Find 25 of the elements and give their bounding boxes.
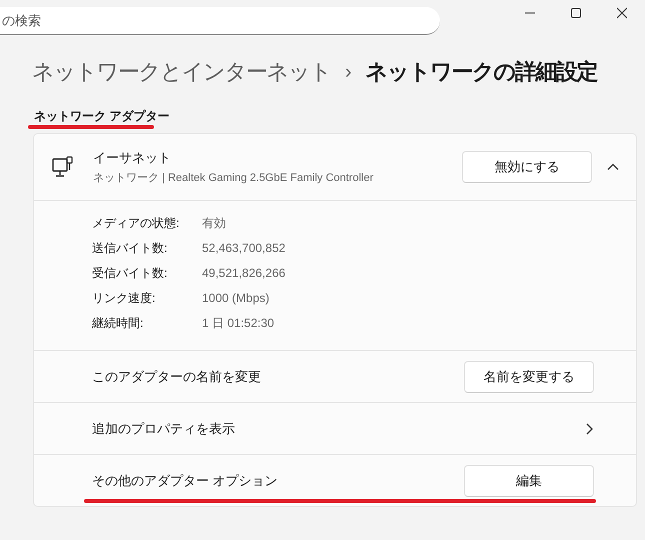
- search-field[interactable]: の検索: [0, 7, 440, 35]
- page-title: ネットワークの詳細設定: [366, 58, 598, 86]
- detail-label: 受信バイト数:: [92, 265, 168, 282]
- detail-value: 1000 (Mbps): [202, 290, 270, 307]
- breadcrumb-separator: ›: [345, 60, 352, 84]
- disable-button[interactable]: 無効にする: [462, 151, 592, 183]
- detail-value: 52,463,700,852: [202, 240, 286, 257]
- setting-label: その他のアダプター オプション: [92, 472, 278, 490]
- action-button[interactable]: 名前を変更する: [464, 360, 594, 392]
- setting-label: 追加のプロパティを表示: [92, 420, 235, 438]
- detail-value: 有効: [202, 215, 227, 232]
- setting-label: このアダプターの名前を変更: [92, 368, 261, 386]
- adapter-name: イーサネット: [93, 149, 172, 167]
- ethernet-icon: [52, 156, 74, 178]
- action-button[interactable]: 編集: [464, 464, 594, 496]
- detail-value: 49,521,826,266: [202, 265, 286, 282]
- detail-label: 送信バイト数:: [92, 240, 168, 257]
- detail-label: リンク速度:: [92, 290, 156, 307]
- adapter-description: ネットワーク | Realtek Gaming 2.5GbE Family Controller: [93, 171, 374, 185]
- chevron-right-icon[interactable]: [584, 422, 594, 436]
- detail-label: 継続時間:: [92, 315, 144, 332]
- detail-label: メディアの状態:: [92, 215, 180, 232]
- breadcrumb-link[interactable]: ネットワークとインターネット: [32, 57, 331, 87]
- section-title: ネットワーク アダプター: [33, 108, 170, 125]
- detail-value: 1 日 01:52:30: [202, 315, 276, 332]
